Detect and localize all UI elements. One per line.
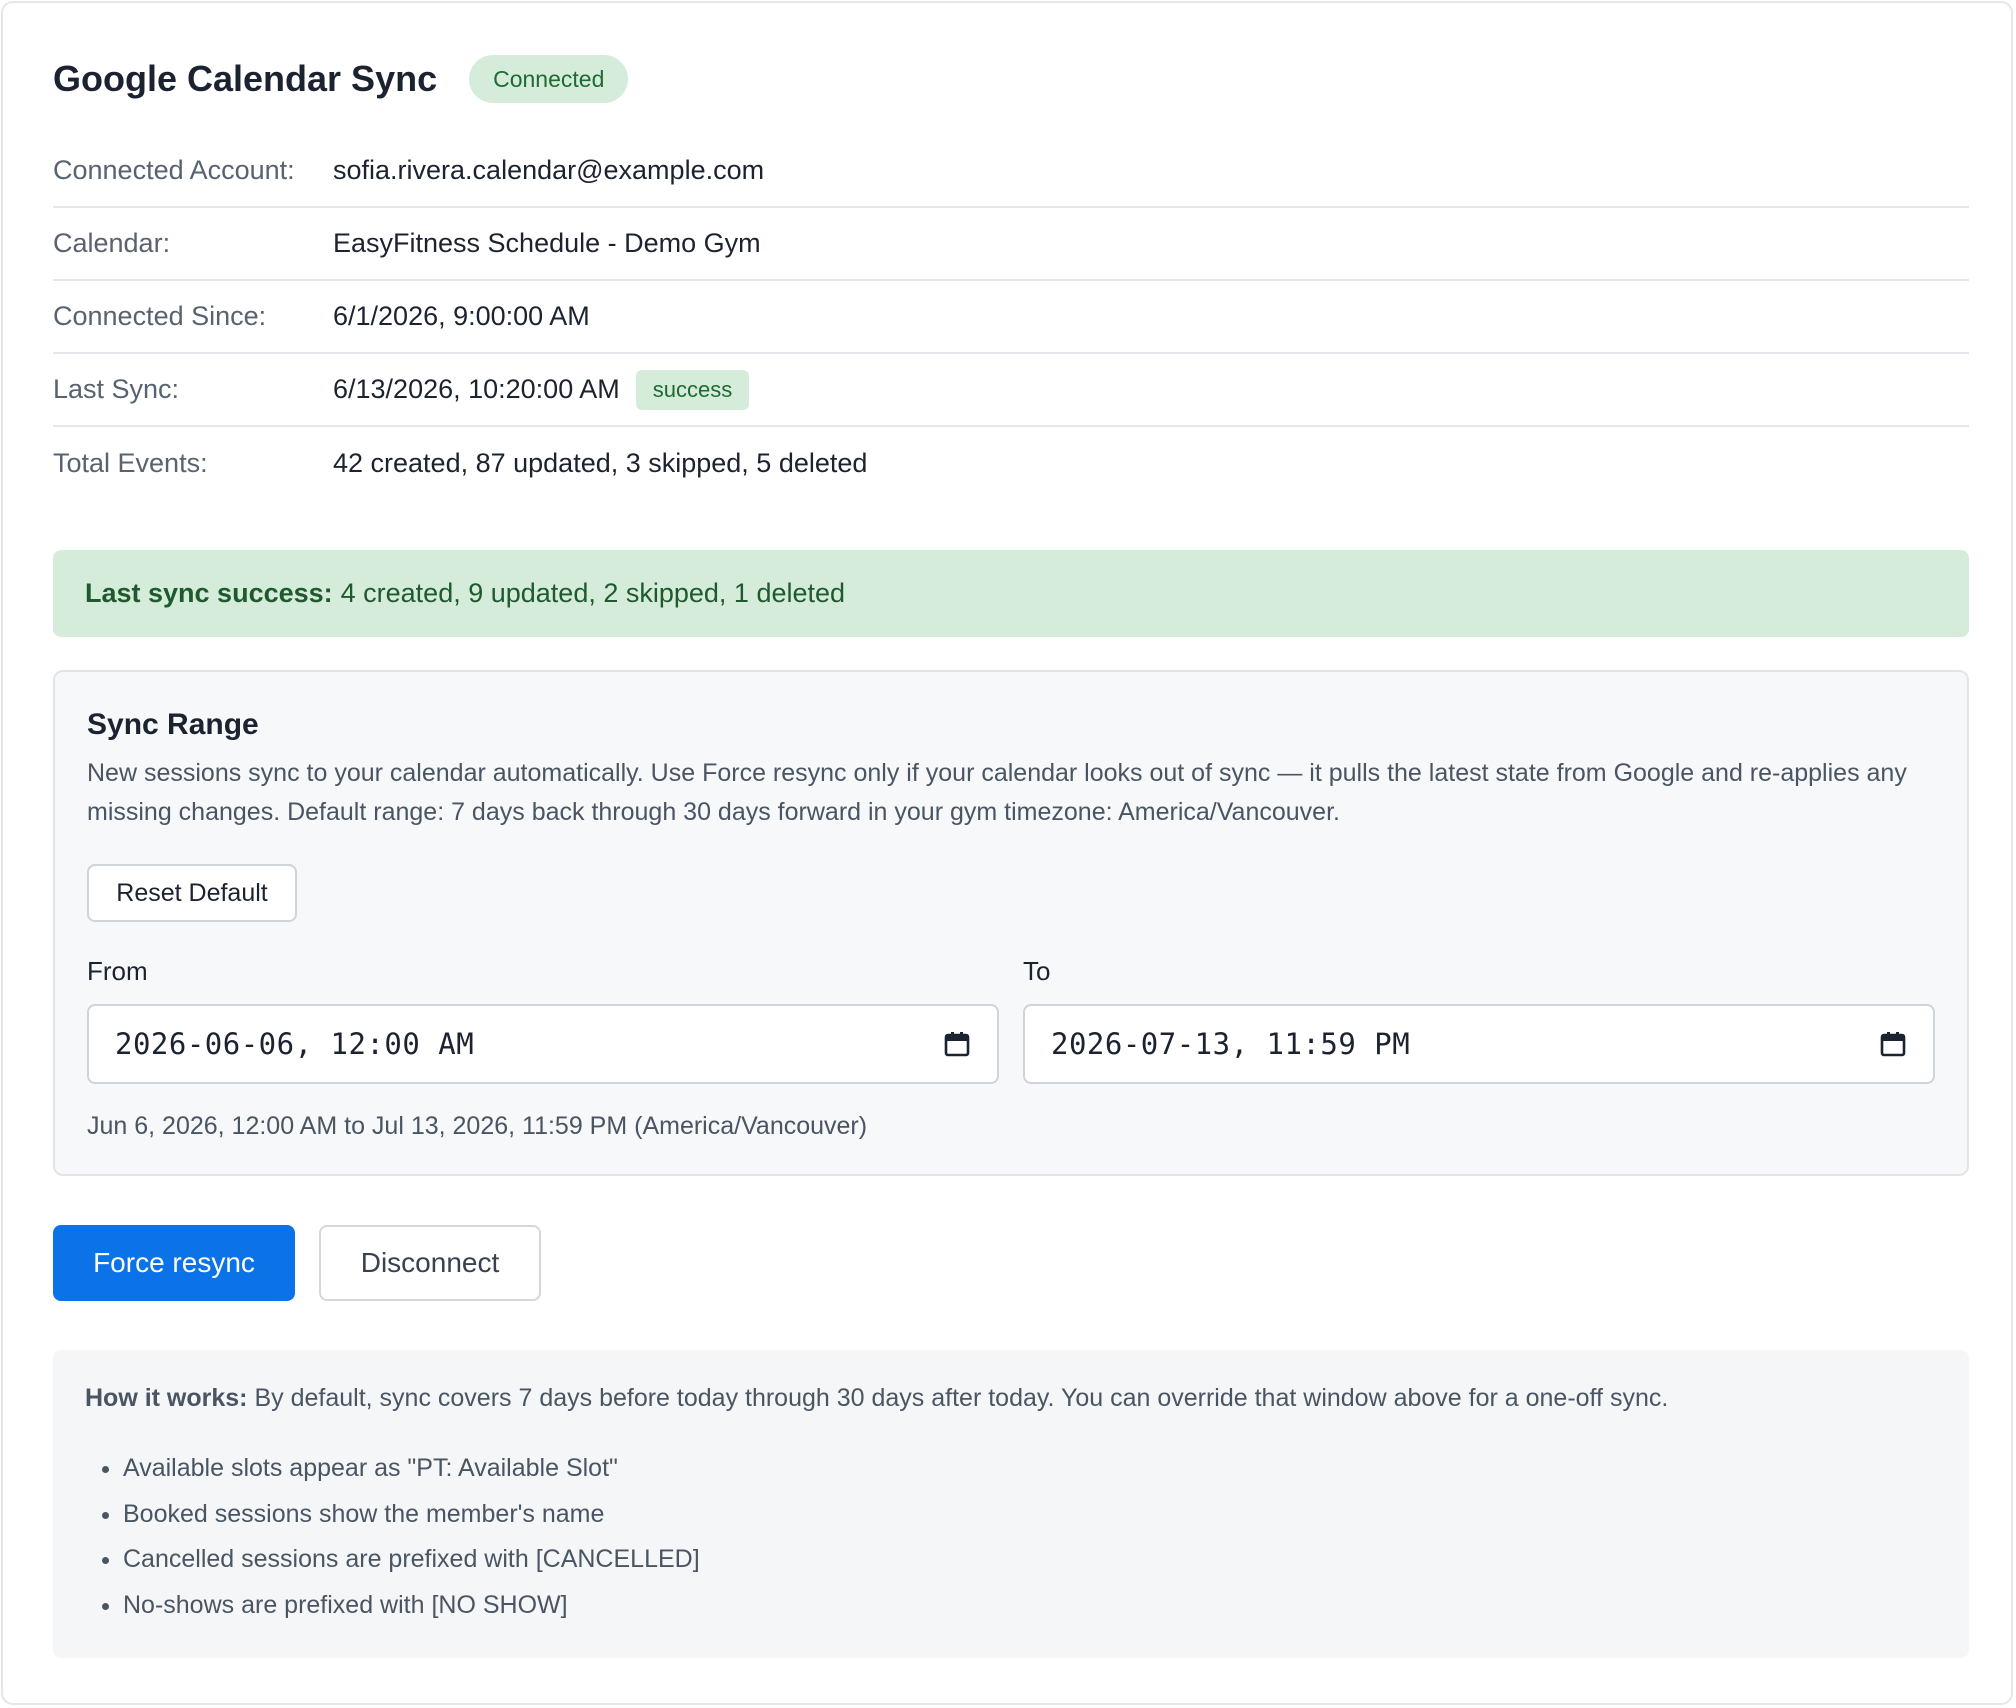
info-row-total-events: Total Events: 42 created, 87 updated, 3 … — [53, 427, 1969, 500]
force-resync-button[interactable]: Force resync — [53, 1225, 295, 1301]
info-label: Last Sync: — [53, 374, 180, 404]
sync-range-panel: Sync Range New sessions sync to your cal… — [53, 670, 1969, 1176]
from-label: From — [87, 956, 148, 986]
reset-default-button[interactable]: Reset Default — [87, 864, 297, 922]
how-it-works-title: How it works: — [85, 1384, 248, 1412]
from-datetime-input[interactable]: 2026-06-06, 12:00 AM — [87, 1004, 999, 1084]
info-label: Calendar: — [53, 228, 171, 258]
info-row-connected-since: Connected Since: 6/1/2026, 9:00:00 AM — [53, 281, 1969, 354]
connected-since-value: 6/1/2026, 9:00:00 AM — [333, 301, 590, 331]
last-sync-value: 6/13/2026, 10:20:00 AM — [333, 374, 620, 404]
list-item: Available slots appear as "PT: Available… — [123, 1446, 700, 1492]
to-datetime-value: 2026-07-13, 11:59 PM — [1051, 1027, 1411, 1061]
status-badge: Connected — [469, 55, 629, 103]
last-sync-alert: Last sync success: 4 created, 9 updated,… — [53, 550, 1969, 637]
info-label: Connected Account: — [53, 155, 295, 185]
list-item: Booked sessions show the member's name — [123, 1492, 700, 1538]
sync-range-title: Sync Range — [87, 708, 259, 741]
info-row-last-sync: Last Sync: 6/13/2026, 10:20:00 AM succes… — [53, 354, 1969, 427]
to-label: To — [1023, 956, 1051, 986]
calendar-sync-card: Google Calendar Sync Connected Connected… — [1, 1, 2013, 1705]
info-value: 42 created, 87 updated, 3 skipped, 5 del… — [333, 448, 867, 479]
sync-status-badge: success — [635, 369, 750, 410]
info-value: 6/1/2026, 9:00:00 AM — [333, 301, 590, 332]
how-it-works-text: How it works: By default, sync covers 7 … — [85, 1384, 1668, 1413]
disconnect-button[interactable]: Disconnect — [319, 1225, 541, 1301]
info-row-calendar: Calendar: EasyFitness Schedule - Demo Gy… — [53, 208, 1969, 281]
list-item: Cancelled sessions are prefixed with [CA… — [123, 1537, 700, 1583]
calendar-name: EasyFitness Schedule - Demo Gym — [333, 228, 761, 258]
alert-message: 4 created, 9 updated, 2 skipped, 1 delet… — [340, 578, 846, 608]
from-datetime-value: 2026-06-06, 12:00 AM — [115, 1027, 475, 1061]
alert-title: Last sync success: — [85, 578, 333, 608]
header: Google Calendar Sync Connected — [53, 53, 629, 105]
calendar-icon[interactable] — [943, 1030, 971, 1058]
sync-range-description: New sessions sync to your calendar autom… — [87, 759, 1907, 826]
how-it-works-list: Available slots appear as "PT: Available… — [85, 1446, 700, 1628]
info-value: 6/13/2026, 10:20:00 AM success — [333, 369, 750, 410]
action-buttons: Force resync Disconnect — [53, 1225, 541, 1301]
calendar-icon[interactable] — [1879, 1030, 1907, 1058]
how-it-works-panel: How it works: By default, sync covers 7 … — [53, 1350, 1969, 1658]
total-events-value: 42 created, 87 updated, 3 skipped, 5 del… — [333, 448, 868, 478]
account-email: sofia.rivera.calendar@example.com — [333, 155, 765, 185]
account-info: Connected Account: sofia.rivera.calendar… — [53, 135, 1969, 500]
info-value: EasyFitness Schedule - Demo Gym — [333, 228, 761, 259]
info-label: Connected Since: — [53, 301, 267, 331]
how-it-works-body: By default, sync covers 7 days before to… — [254, 1384, 1669, 1412]
to-datetime-input[interactable]: 2026-07-13, 11:59 PM — [1023, 1004, 1935, 1084]
range-summary: Jun 6, 2026, 12:00 AM to Jul 13, 2026, 1… — [87, 1112, 868, 1140]
list-item: No-shows are prefixed with [NO SHOW] — [123, 1583, 700, 1629]
info-label: Total Events: — [53, 448, 208, 478]
page-title: Google Calendar Sync — [53, 58, 438, 99]
info-value: sofia.rivera.calendar@example.com — [333, 155, 764, 186]
info-row-account: Connected Account: sofia.rivera.calendar… — [53, 135, 1969, 208]
